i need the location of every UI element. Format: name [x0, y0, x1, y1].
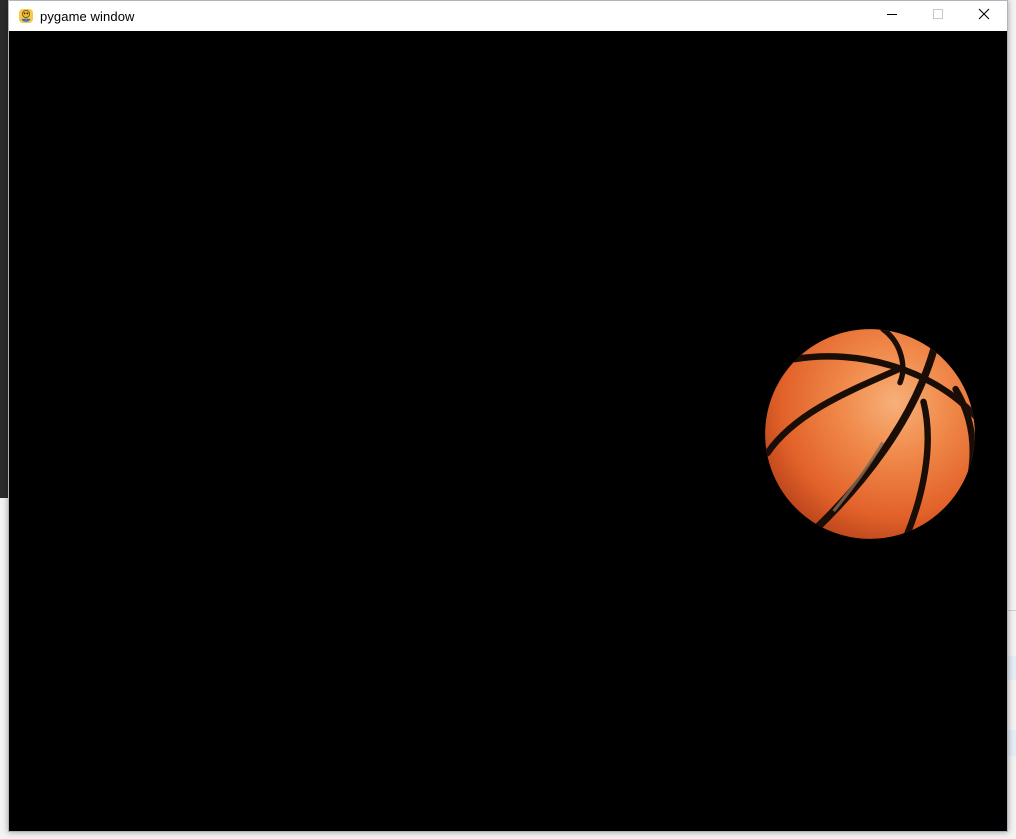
background-window-edge — [0, 0, 8, 498]
basketball-sprite — [765, 329, 975, 539]
minimize-button[interactable] — [869, 1, 915, 31]
close-icon — [978, 7, 990, 25]
background-list-row — [1008, 730, 1016, 756]
maximize-icon — [932, 7, 944, 25]
title-bar[interactable]: pygame window — [9, 1, 1007, 31]
window-title: pygame window — [40, 8, 135, 24]
pygame-snake-icon — [18, 8, 34, 24]
game-canvas[interactable] — [9, 31, 1007, 831]
window-controls — [869, 1, 1007, 31]
pygame-window[interactable]: pygame window — [8, 0, 1008, 832]
close-button[interactable] — [961, 1, 1007, 31]
background-divider — [1008, 610, 1016, 611]
background-list-row — [1008, 656, 1016, 680]
maximize-button[interactable] — [915, 1, 961, 31]
minimize-icon — [886, 7, 898, 25]
